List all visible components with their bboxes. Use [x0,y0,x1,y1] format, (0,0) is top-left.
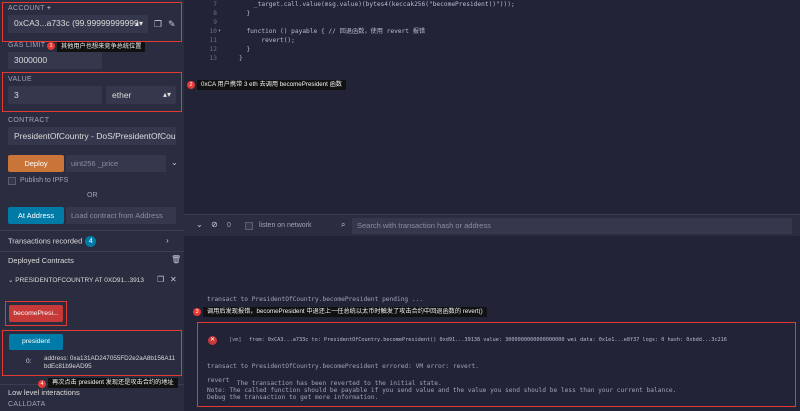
calldata-label: CALLDATA [8,401,46,408]
chevron-right-icon[interactable]: › [166,236,169,245]
deployed-contracts-label: Deployed Contracts [8,256,74,265]
deploy-button[interactable]: Deploy [8,155,64,172]
divider [0,251,184,252]
chevron-down-icon: ⌄ [8,277,14,284]
annotation-box-3b [197,322,796,407]
or-divider: OR [87,192,98,199]
fold-icon[interactable]: ▾ [218,27,221,36]
close-icon[interactable]: ✕ [170,275,177,284]
publish-label: Publish to IPFS [20,177,69,184]
deploy-args-input[interactable]: uint256 _price [66,155,166,172]
annotation-callout-4: 再次点击 president 发现还是攻击合约的地址 [48,378,178,388]
divider [0,230,184,231]
annotation-callout-2: 0xCA 用户携带 3 eth 去调用 becomePresident 函数 [197,80,346,90]
listen-label: listen on network [259,222,312,229]
contract-label: CONTRACT [8,117,50,124]
transaction-search-input[interactable]: Search with transaction hash or address [352,218,792,234]
terminal-toolbar: ⌄ ⊘ 0 listen on network ⌕ Search with tr… [184,214,800,236]
transactions-count-badge: 4 [85,236,97,247]
contract-select[interactable]: PresidentOfCountry - DoS/PresidentOfCoun… [8,127,176,145]
publish-checkbox[interactable] [8,177,16,185]
clear-icon[interactable]: ⊘ [211,220,218,229]
annotation-box-2 [2,72,182,112]
low-level-interactions-label: Low level interactions [8,388,80,397]
chevron-down-icon[interactable]: ⌄ [171,158,178,167]
annotation-box-3a [5,301,67,326]
trash-icon[interactable]: 🗑 [171,255,181,264]
deployed-instance[interactable]: ⌄ PRESIDENTOFCOUNTRY AT 0XD91...3913 [8,276,144,284]
chevron-down-icon[interactable]: ⌄ [196,220,203,229]
copy-icon[interactable]: ❐ [157,275,164,284]
code-editor[interactable]: 7 _target.call.value(msg.value)(bytes4(k… [184,0,800,62]
search-icon: ⌕ [341,220,346,229]
annotation-number: 4 [38,380,46,388]
annotation-number: 3 [193,308,201,316]
annotation-box-1 [2,2,182,42]
annotation-box-4 [2,330,182,376]
annotation-callout-3: 调用后发现报错，becomePresident 中退还上一任总统以太币时触发了攻… [203,307,487,317]
annotation-number: 2 [187,81,195,89]
contract-address-input[interactable]: Load contract from Address [66,207,176,224]
pending-count: 0 [227,222,231,229]
annotation-number: 1 [47,42,55,50]
gas-limit-label: GAS LIMIT [8,42,46,49]
annotation-callout-1: 其他用户也想来竞争总统位置 [57,42,146,52]
transactions-recorded[interactable]: Transactions recorded 4 [8,236,97,247]
gas-limit-input[interactable]: 3000000 [8,52,102,69]
listen-checkbox[interactable] [245,222,253,230]
pending-line: transact to PresidentOfCountry.becomePre… [207,296,424,303]
at-address-button[interactable]: At Address [8,207,64,224]
